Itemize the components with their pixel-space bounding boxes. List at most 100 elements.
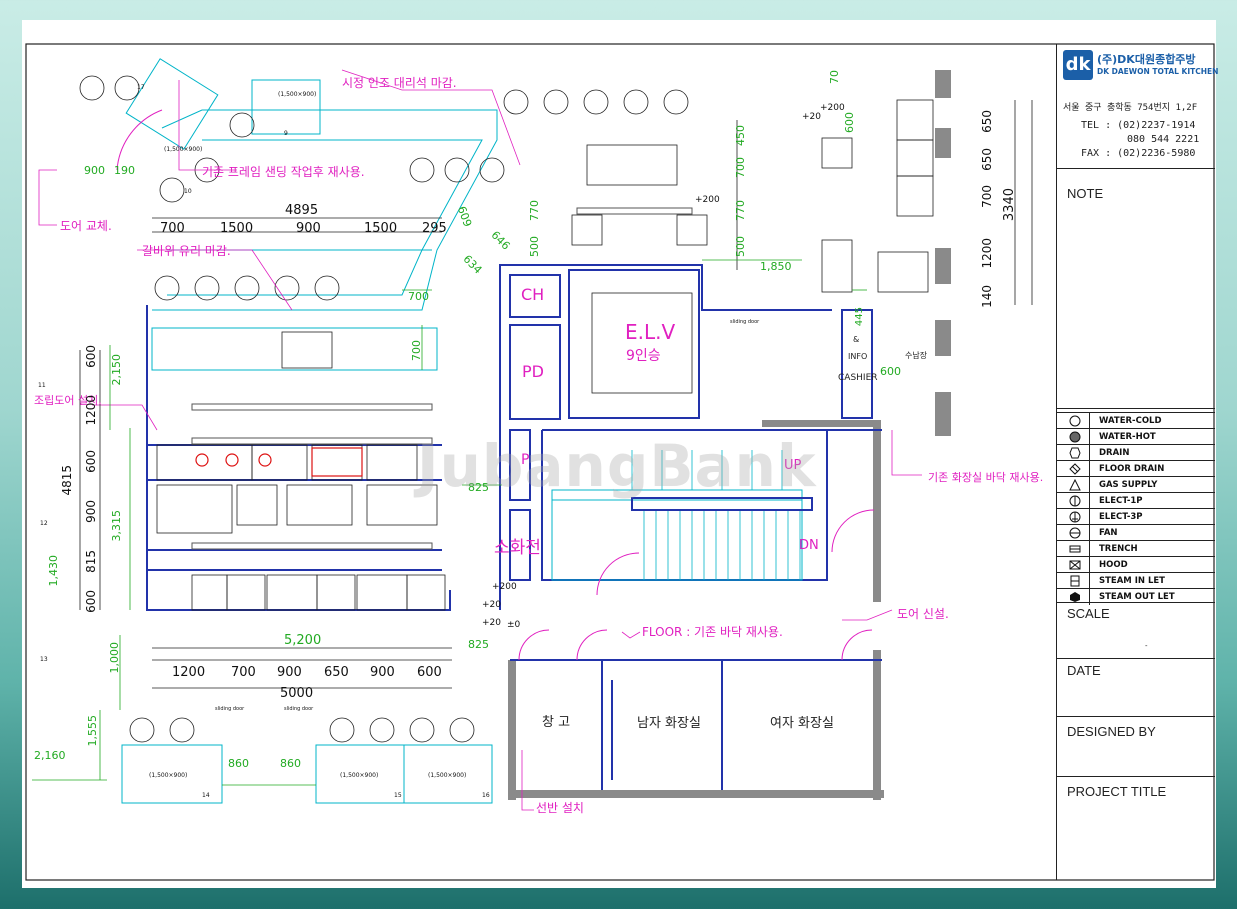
elect-3p-icon <box>1069 511 1081 523</box>
dim-bot-3: 650 <box>324 665 349 680</box>
dim-2160: 2,160 <box>34 749 66 762</box>
dim-top-2: 900 <box>296 221 321 236</box>
dim-right-0: 650 <box>980 110 994 133</box>
dim-770: 770 <box>528 200 541 221</box>
legend-label: WATER-HOT <box>1099 432 1156 442</box>
title-block: dk (주)DK대원종합주방 DK DAEWON TOTAL KITCHEN 서… <box>1056 44 1219 880</box>
label-hydrant: 소화전 <box>494 538 541 558</box>
divider <box>1057 602 1215 603</box>
date-label: DATE <box>1067 663 1101 678</box>
walls <box>508 70 951 800</box>
burners <box>195 447 363 477</box>
legend-row: FLOOR DRAIN <box>1057 460 1215 477</box>
company-tel: TEL : (02)2237-1914 <box>1081 120 1196 131</box>
table-no-11: 11 <box>38 382 46 389</box>
chair <box>274 275 300 301</box>
legend-label: HOOD <box>1099 560 1128 570</box>
table-no-12: 12 <box>40 520 48 527</box>
chair <box>154 275 180 301</box>
dim-500: 500 <box>528 236 541 257</box>
company-fax: FAX : (02)2236-5980 <box>1081 148 1196 159</box>
trenches <box>191 207 693 550</box>
marble-note: 시정 인조 대리석 마감. <box>342 76 457 90</box>
steam-in-icon <box>1070 575 1080 587</box>
scale-label: SCALE <box>1067 606 1110 621</box>
chair <box>663 89 689 115</box>
dim-mid-1: 700 <box>734 157 747 178</box>
dim-left-3: 900 <box>84 500 98 523</box>
triangle-icon <box>1069 479 1081 491</box>
level-200-c: +200 <box>492 582 517 592</box>
table-no-13: 13 <box>40 656 48 663</box>
legend-label: STEAM OUT LET <box>1099 592 1175 602</box>
legend-separator <box>1089 573 1090 589</box>
legend-row: WATER-HOT <box>1057 428 1215 445</box>
dim-top-1: 1500 <box>220 221 254 236</box>
divider <box>1057 168 1215 169</box>
label-cashier: CASHIER <box>838 373 878 383</box>
divider <box>1057 408 1215 409</box>
dim-860a: 860 <box>228 757 249 770</box>
level-200-b: +200 <box>695 195 720 205</box>
legend-row: DRAIN <box>1057 444 1215 461</box>
chairs <box>79 75 689 743</box>
legend-label: FAN <box>1099 528 1118 538</box>
chair <box>583 89 609 115</box>
legend-separator <box>1089 541 1090 557</box>
label-info: INFO <box>848 352 868 361</box>
table-size-9: (1,500×900) <box>278 91 317 98</box>
legend-row: ELECT-3P <box>1057 508 1215 525</box>
glass-note: 갈바위 유리 마감. <box>142 244 231 258</box>
dim-bot-2: 900 <box>277 665 302 680</box>
divider <box>1057 658 1215 659</box>
elect-1p-icon <box>1069 495 1081 507</box>
legend-separator <box>1089 525 1090 541</box>
legend-label: TRENCH <box>1099 544 1138 554</box>
legend-separator <box>1089 429 1090 445</box>
designed-by-label: DESIGNED BY <box>1067 724 1156 739</box>
label-p: P <box>521 452 530 468</box>
dim-860b: 860 <box>280 757 301 770</box>
legend-separator <box>1089 493 1090 509</box>
floor-drain-icon <box>1069 463 1081 475</box>
table-size-15: (1,500×900) <box>340 772 379 779</box>
chair <box>409 717 435 743</box>
dim-825-a: 825 <box>468 481 489 494</box>
chair <box>623 89 649 115</box>
stair-treads <box>631 450 801 580</box>
dim-3340: 3340 <box>1002 188 1017 222</box>
legend-row: HOOD <box>1057 556 1215 573</box>
dim-3315: 3,315 <box>110 510 123 542</box>
hatched-circle-icon <box>1069 431 1081 443</box>
door-swings <box>116 109 875 661</box>
dim-1000: 1,000 <box>108 642 121 674</box>
legend-separator <box>1089 509 1090 525</box>
dim-70: 70 <box>828 70 841 84</box>
legend-row: TRENCH <box>1057 540 1215 557</box>
dim-1555: 1,555 <box>86 715 99 747</box>
dim-5000: 5000 <box>280 686 314 701</box>
chair <box>229 112 255 138</box>
note-label: NOTE <box>1067 186 1104 201</box>
legend-label: WATER-COLD <box>1099 416 1162 426</box>
dk-logo-icon: dk <box>1063 50 1093 80</box>
dim-right-4: 140 <box>980 285 994 308</box>
label-elevator: E.L.V <box>625 320 676 344</box>
company-name-en: DK DAEWON TOTAL KITCHEN <box>1097 67 1219 76</box>
table-no-14: 14 <box>202 792 210 799</box>
scale-value: - <box>1145 642 1148 650</box>
legend-row: STEAM IN LET <box>1057 572 1215 589</box>
legend-row: WATER-COLD <box>1057 412 1215 429</box>
dim-600-a: 600 <box>880 365 901 378</box>
dimension-lines <box>79 100 1033 689</box>
chair <box>194 275 220 301</box>
dim-4815: 4815 <box>60 465 74 496</box>
trench-icon <box>1069 545 1081 553</box>
shelf-note: 선반 설치 <box>536 801 584 815</box>
level-200-a: +200 <box>820 103 845 113</box>
legend-row: FAN <box>1057 524 1215 541</box>
table-no-10: 10 <box>184 188 192 195</box>
dim-1850: 1,850 <box>760 260 792 273</box>
dim-top-3: 1500 <box>364 221 398 236</box>
company-name-ko: (주)DK대원종합주방 <box>1097 53 1196 66</box>
